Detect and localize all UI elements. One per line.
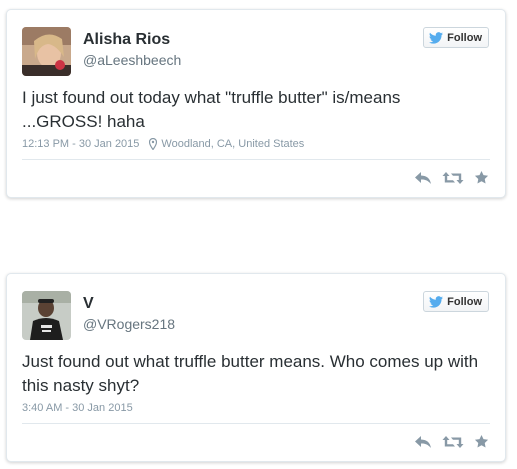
divider [22, 159, 490, 160]
retweet-icon[interactable] [442, 171, 464, 185]
avatar[interactable] [22, 291, 71, 340]
twitter-bird-icon [429, 31, 444, 44]
follow-label: Follow [447, 31, 482, 44]
tweet-location[interactable]: Woodland, CA, United States [161, 138, 304, 150]
avatar[interactable] [22, 27, 71, 76]
twitter-bird-icon [429, 295, 444, 308]
follow-label: Follow [447, 295, 482, 308]
username[interactable]: @aLeeshbeech [83, 52, 181, 68]
reply-icon[interactable] [414, 171, 432, 185]
tweet-card: V @VRogers218 Follow Just found out what… [6, 273, 506, 462]
tweet-card: Alisha Rios @aLeeshbeech Follow I just f… [6, 9, 506, 198]
star-icon[interactable] [474, 170, 489, 185]
username[interactable]: @VRogers218 [83, 316, 175, 332]
display-name[interactable]: V [83, 295, 94, 313]
tweet-text: Just found out what truffle butter means… [22, 352, 479, 395]
follow-button[interactable]: Follow [423, 27, 489, 48]
tweet-actions [414, 434, 489, 449]
reply-icon[interactable] [414, 435, 432, 449]
tweet-timestamp[interactable]: 12:13 PM - 30 Jan 2015 [22, 138, 139, 150]
display-name[interactable]: Alisha Rios [83, 31, 170, 49]
tweet-meta: 3:40 AM - 30 Jan 2015 [22, 402, 133, 414]
tweet-actions [414, 170, 489, 185]
tweet-meta: 12:13 PM - 30 Jan 2015 Woodland, CA, Uni… [22, 138, 304, 150]
divider [22, 423, 490, 424]
retweet-icon[interactable] [442, 435, 464, 449]
map-pin-icon [149, 138, 158, 150]
follow-button[interactable]: Follow [423, 291, 489, 312]
tweet-timestamp[interactable]: 3:40 AM - 30 Jan 2015 [22, 402, 133, 414]
tweet-text: I just found out today what "truffle but… [22, 88, 401, 131]
star-icon[interactable] [474, 434, 489, 449]
